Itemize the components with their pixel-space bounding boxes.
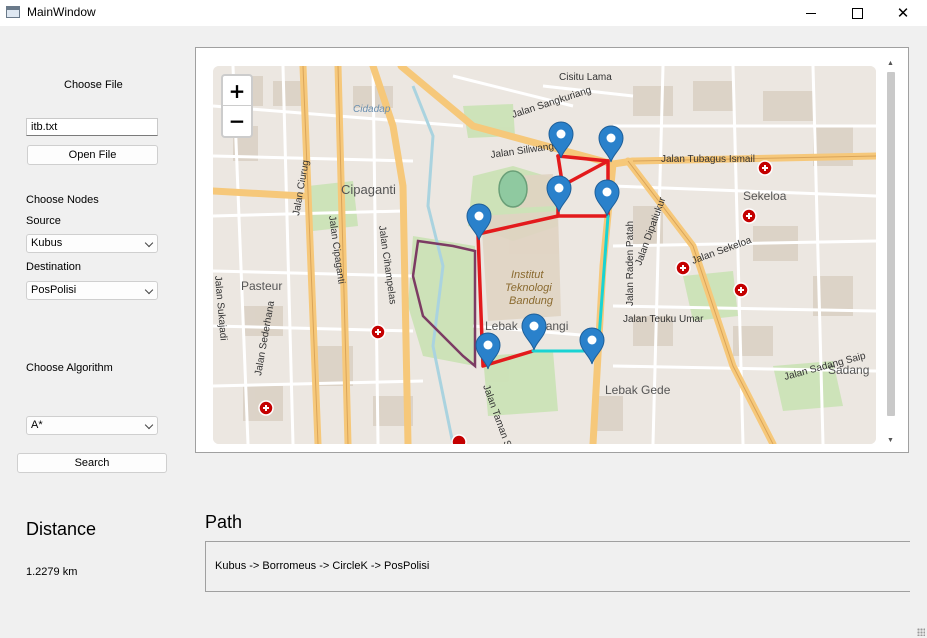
search-button[interactable]: Search	[17, 453, 167, 473]
scroll-up-icon[interactable]: ▲	[887, 60, 894, 67]
destination-label: Destination	[26, 261, 82, 273]
distance-heading: Distance	[26, 519, 97, 539]
window-title: MainWindow	[27, 5, 96, 19]
svg-text:Lebak Gede: Lebak Gede	[605, 383, 671, 397]
path-value: Kubus -> Borromeus -> CircleK -> PosPoli…	[215, 560, 430, 572]
maximize-button[interactable]	[834, 0, 880, 26]
svg-text:Teknologi: Teknologi	[505, 282, 552, 294]
file-name-input[interactable]: itb.txt	[26, 118, 158, 136]
svg-text:Pasteur: Pasteur	[241, 279, 282, 293]
svg-text:Jalan Teuku Umar: Jalan Teuku Umar	[623, 314, 704, 325]
svg-text:Cisitu Lama: Cisitu Lama	[559, 72, 612, 83]
svg-text:Cidadap: Cidadap	[353, 104, 391, 115]
map-view[interactable]: Cisitu Lama Cipaganti Sekeloa Pasteur In…	[213, 66, 876, 444]
close-button[interactable]: ✕	[880, 0, 926, 26]
algorithm-select[interactable]: A*	[26, 416, 158, 435]
zoom-out-button[interactable]: −	[223, 106, 251, 135]
app-window-icon	[6, 6, 20, 18]
open-file-button[interactable]: Open File	[27, 145, 158, 165]
resize-grip-icon[interactable]	[917, 628, 925, 636]
chevron-down-icon	[144, 238, 154, 248]
title-bar: MainWindow ✕	[0, 0, 927, 26]
distance-value: 1.2279 km	[26, 566, 78, 578]
algorithm-select-value: A*	[31, 419, 43, 431]
map-frame: Cisitu Lama Cipaganti Sekeloa Pasteur In…	[195, 47, 909, 453]
close-icon: ✕	[896, 4, 910, 22]
chevron-down-icon	[144, 420, 154, 430]
destination-select-value: PosPolisi	[31, 284, 77, 296]
svg-text:Jalan Raden Patah: Jalan Raden Patah	[625, 221, 636, 306]
svg-text:Bandung: Bandung	[509, 295, 554, 307]
destination-select[interactable]: PosPolisi	[26, 281, 158, 300]
scrollbar-thumb[interactable]	[887, 72, 895, 416]
minimize-button[interactable]	[788, 0, 834, 26]
choose-algorithm-label: Choose Algorithm	[26, 362, 113, 374]
zoom-in-button[interactable]: +	[223, 76, 251, 106]
source-label: Source	[26, 215, 61, 227]
choose-nodes-label: Choose Nodes	[26, 194, 99, 206]
source-select[interactable]: Kubus	[26, 234, 158, 253]
map-vertical-scrollbar[interactable]: ▲ ▼	[883, 58, 899, 446]
svg-text:Jalan Tubagus Ismail: Jalan Tubagus Ismail	[661, 154, 755, 165]
choose-file-label: Choose File	[64, 79, 123, 91]
svg-text:Institut: Institut	[511, 269, 544, 281]
svg-text:Cipaganti: Cipaganti	[341, 182, 396, 197]
source-select-value: Kubus	[31, 237, 63, 249]
minimize-icon	[806, 12, 816, 14]
map-zoom-control: + −	[221, 74, 253, 138]
maximize-icon	[851, 7, 863, 19]
path-heading: Path	[205, 512, 243, 532]
path-output-box: Kubus -> Borromeus -> CircleK -> PosPoli…	[205, 541, 910, 592]
chevron-down-icon	[144, 285, 154, 295]
svg-text:Sekeloa: Sekeloa	[743, 189, 787, 203]
scroll-down-icon[interactable]: ▼	[887, 437, 894, 444]
